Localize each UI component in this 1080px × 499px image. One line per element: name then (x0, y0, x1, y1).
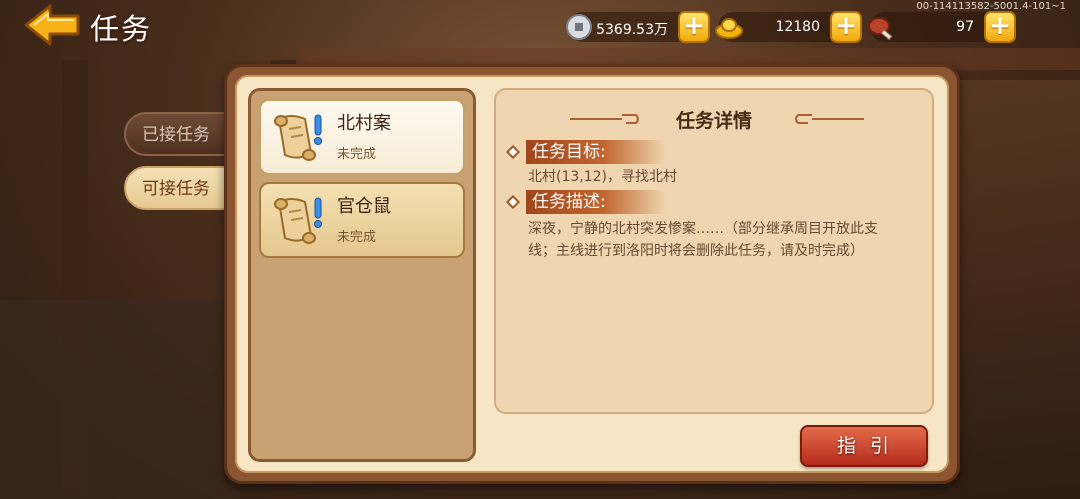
meat-icon (868, 17, 893, 41)
gold-ingot-icon (715, 18, 743, 39)
quest-name: 官仓鼠 (337, 196, 391, 217)
goal-heading: 任务目标: (505, 140, 666, 164)
back-arrow-icon[interactable] (24, 4, 82, 46)
gold-value: 12180 (775, 19, 820, 35)
guide-button[interactable]: 指引 (800, 425, 928, 467)
tab-available-quests[interactable]: 可接任务 (124, 166, 234, 210)
title-ornament-right-icon (795, 114, 864, 124)
add-gold-button[interactable]: + (830, 11, 862, 43)
silver-value: 5369.53万 (596, 22, 668, 38)
quest-list: 北村案 未完成 官仓鼠 未完成 (248, 88, 476, 462)
goal-text: 北村(13,12)，寻找北村 (528, 169, 678, 185)
scroll-icon (274, 114, 322, 161)
background-right-wall (960, 80, 1080, 499)
coin-icon (566, 14, 592, 40)
description-heading-label: 任务描述: (526, 190, 666, 214)
diamond-bullet-icon (505, 194, 521, 210)
quest-name: 北村案 (337, 113, 391, 134)
description-heading: 任务描述: (505, 190, 666, 214)
background-floor (0, 300, 240, 499)
stamina-value: 97 (956, 19, 974, 35)
quest-status: 未完成 (337, 147, 377, 162)
list-item[interactable]: 北村案 未完成 (259, 99, 465, 175)
goal-heading-label: 任务目标: (526, 140, 666, 164)
add-stamina-button[interactable]: + (984, 11, 1016, 43)
description-text: 深夜，宁静的北村突发惨案……（部分继承周目开放此支线；主线进行到洛阳时将会删除此… (528, 221, 878, 259)
diamond-bullet-icon (505, 144, 521, 160)
quest-status: 未完成 (337, 230, 377, 245)
stamina-resource: 97 + (868, 11, 1016, 43)
gold-resource: 12180 + (715, 11, 862, 43)
tab-accepted-quests[interactable]: 已接任务 (124, 112, 234, 156)
quest-detail: 任务详情 任务目标: 北村(13,12)，寻找北村 任务描述: 深夜，宁静的北村… (494, 88, 934, 414)
silver-resource: 5369.53万 + (566, 11, 710, 43)
page-title: 任务 (90, 12, 153, 46)
list-item[interactable]: 官仓鼠 未完成 (259, 182, 465, 258)
add-silver-button[interactable]: + (678, 11, 710, 43)
detail-title: 任务详情 (675, 110, 752, 132)
scroll-icon (274, 197, 322, 244)
